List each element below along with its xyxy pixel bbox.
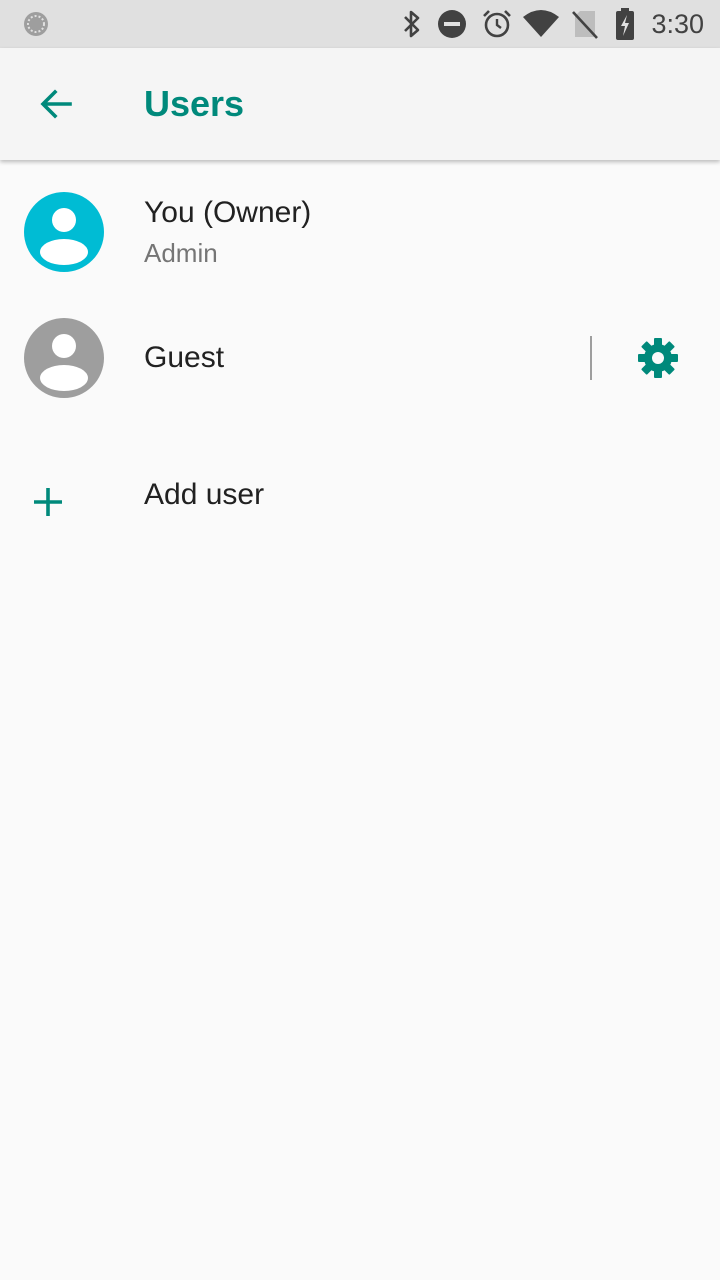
user-name: Guest bbox=[144, 341, 225, 374]
plus-icon bbox=[34, 488, 62, 516]
user-icon bbox=[40, 208, 88, 265]
add-user-label: Add user bbox=[144, 478, 265, 511]
avatar-owner bbox=[24, 192, 104, 272]
alarm-icon bbox=[480, 0, 514, 48]
status-time: 3:30 bbox=[651, 9, 704, 39]
list-item-owner[interactable]: You (Owner) Admin bbox=[0, 160, 720, 304]
user-role: Admin bbox=[144, 238, 218, 268]
guest-settings-button[interactable] bbox=[626, 326, 690, 390]
sync-icon bbox=[20, 0, 52, 48]
list-item-guest[interactable]: Guest bbox=[0, 304, 720, 448]
status-bar: 3:30 bbox=[0, 0, 720, 48]
battery-charging-icon bbox=[612, 0, 638, 48]
wifi-icon bbox=[522, 0, 560, 48]
user-icon bbox=[40, 334, 88, 391]
divider bbox=[590, 336, 592, 380]
user-list: You (Owner) Admin Guest Add user bbox=[0, 160, 720, 556]
gear-icon bbox=[638, 338, 678, 378]
add-user-button[interactable]: Add user bbox=[0, 448, 720, 556]
page-title: Users bbox=[144, 83, 245, 124]
arrow-back-icon bbox=[40, 89, 72, 119]
user-name: You (Owner) bbox=[144, 196, 312, 229]
no-sim-icon bbox=[570, 0, 600, 48]
back-button[interactable] bbox=[24, 72, 88, 136]
bluetooth-icon bbox=[398, 0, 426, 48]
do-not-disturb-icon bbox=[436, 0, 468, 48]
app-bar: Users bbox=[0, 48, 720, 160]
avatar-guest bbox=[24, 318, 104, 398]
